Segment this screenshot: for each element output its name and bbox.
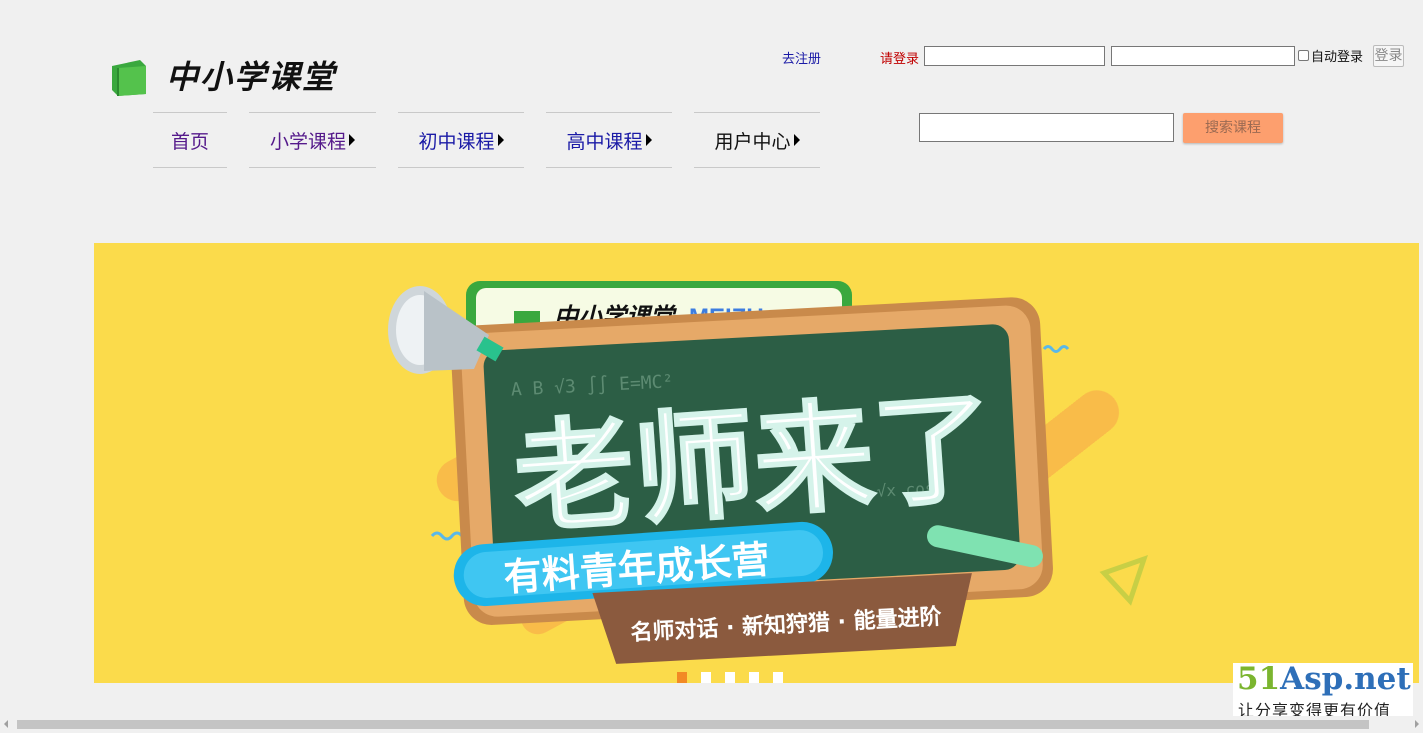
nav-item-label: 用户中心 (714, 130, 791, 153)
auto-login-checkbox[interactable] (1298, 50, 1309, 61)
course-search-input[interactable] (919, 113, 1174, 142)
carousel-dot[interactable] (701, 672, 711, 683)
nav-item-label: 高中课程 (566, 130, 643, 153)
book-logo-icon (112, 60, 146, 96)
dropdown-arrow-icon (497, 134, 504, 146)
dropdown-arrow-icon (349, 134, 355, 146)
scroll-left-icon[interactable] (4, 720, 8, 728)
watermark-title-blue: Asp.net (1280, 661, 1411, 697)
nav-item-label: 初中课程 (418, 130, 495, 153)
login-prompt: 请登录 (880, 52, 920, 67)
carousel-indicators (677, 672, 783, 683)
carousel-dot[interactable] (773, 672, 783, 683)
nav-item-primary-courses[interactable]: 小学课程 (249, 112, 376, 168)
nav-item-junior-courses[interactable]: 初中课程 (398, 112, 524, 168)
password-input[interactable] (1111, 46, 1295, 66)
scrollbar-thumb[interactable] (17, 720, 1369, 729)
nav-item-senior-courses[interactable]: 高中课程 (546, 112, 672, 168)
scroll-right-icon[interactable] (1415, 720, 1419, 728)
site-logo[interactable]: 中小学课堂 (110, 52, 350, 100)
carousel-dot[interactable] (677, 672, 687, 683)
promo-banner[interactable]: 中小学课堂 MEIZU A B √3 ∫∫ E=MC² √x cos 老师来了 … (94, 243, 1419, 683)
horizontal-scrollbar[interactable] (0, 716, 1423, 733)
dropdown-arrow-icon (645, 134, 652, 146)
banner-artwork: 中小学课堂 MEIZU A B √3 ∫∫ E=MC² √x cos 老师来了 … (388, 281, 1148, 664)
username-input[interactable] (924, 46, 1105, 66)
nav-item-label: 小学课程 (269, 130, 346, 153)
site-watermark: 51Asp.net 让分享变得更有价值 (1233, 661, 1413, 721)
auto-login-label: 自动登录 (1311, 50, 1364, 65)
register-link[interactable]: 去注册 (782, 48, 821, 67)
watermark-title: 51Asp.net (1237, 661, 1411, 697)
dropdown-arrow-icon (793, 134, 800, 146)
nav-item-home[interactable]: 首页 (153, 112, 227, 168)
search-courses-button[interactable]: 搜索课程 (1183, 113, 1283, 143)
site-brand-name: 中小学课堂 (166, 58, 337, 96)
carousel-dot[interactable] (725, 672, 735, 683)
auto-login-option[interactable]: 自动登录 (1298, 46, 1363, 65)
watermark-title-green: 51 (1237, 661, 1281, 697)
nav-item-user-center[interactable]: 用户中心 (694, 112, 820, 168)
nav-item-label: 首页 (170, 130, 209, 153)
carousel-dot[interactable] (749, 672, 759, 683)
login-button[interactable]: 登录 (1373, 45, 1404, 67)
